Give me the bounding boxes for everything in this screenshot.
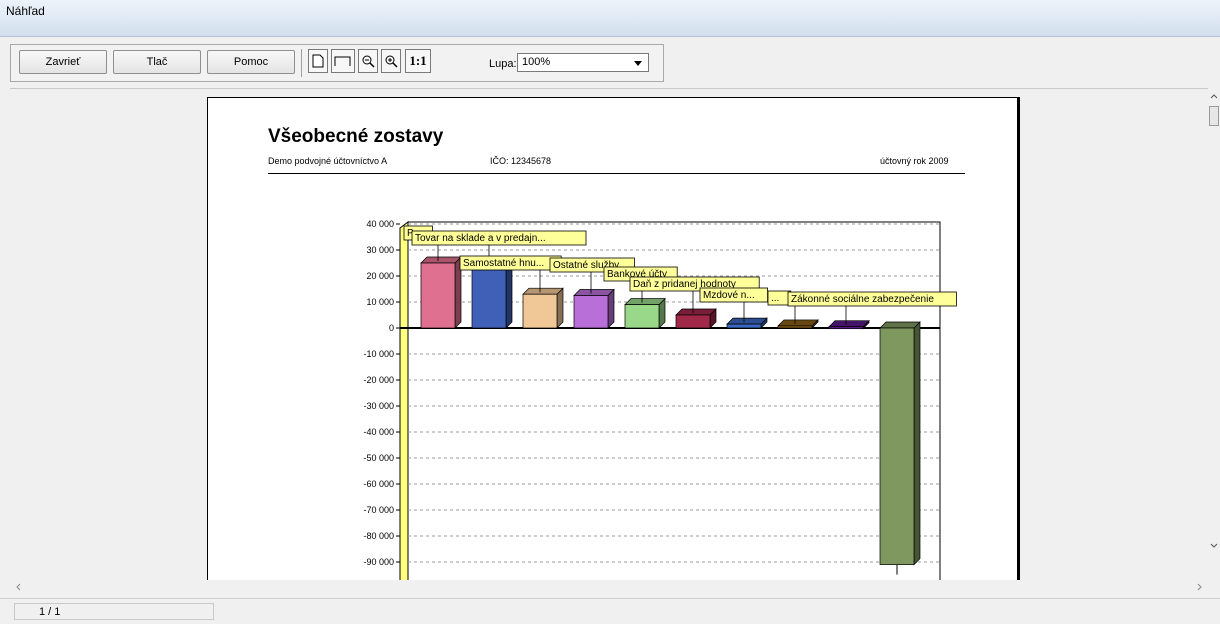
close-button[interactable]: Zavrieť <box>19 50 107 74</box>
vertical-scrollbar[interactable] <box>1208 88 1220 580</box>
fiscal-year: účtovný rok 2009 <box>880 156 949 166</box>
zoom-select[interactable]: 100% <box>517 53 649 72</box>
chart-bar <box>471 267 507 329</box>
zoom-in-button[interactable] <box>381 49 401 73</box>
chart-bar <box>879 327 915 565</box>
callout-label: Mzdové n... <box>703 290 755 301</box>
chevron-down-icon[interactable] <box>634 61 642 66</box>
print-button[interactable]: Tlač <box>113 50 201 74</box>
chart-bar <box>726 323 762 329</box>
single-page-view-button[interactable] <box>308 49 328 73</box>
help-button[interactable]: Pomoc <box>207 50 295 74</box>
status-bar: 1 / 1 <box>0 598 1220 624</box>
bar-top <box>828 320 870 328</box>
bar-top <box>522 287 564 295</box>
bar-top <box>777 319 819 327</box>
bar-top <box>420 256 462 264</box>
chart-bar <box>573 295 609 329</box>
chart-bar <box>522 293 558 329</box>
header-divider <box>268 173 965 174</box>
y-tick-label: 20 000 <box>366 271 394 281</box>
zoom-out-button[interactable] <box>358 49 378 73</box>
bar-top <box>675 308 717 316</box>
callout-label: ... <box>771 293 779 304</box>
toolbar-separator <box>301 49 302 77</box>
scroll-left-icon[interactable] <box>12 581 24 593</box>
zoom-out-icon <box>362 55 375 68</box>
scroll-right-icon[interactable] <box>1194 581 1206 593</box>
report-title: Všeobecné zostavy <box>268 126 444 147</box>
page-icon <box>312 54 324 68</box>
y-tick-label: 10 000 <box>366 297 394 307</box>
y-tick-label: -10 000 <box>363 349 394 359</box>
y-tick-label: -20 000 <box>363 375 394 385</box>
company-id: IČO: 12345678 <box>490 156 552 166</box>
callout-label: Zákonné sociálne zabezpečenie <box>791 294 934 305</box>
report-page: Všeobecné zostavy Demo podvojné účtovníc… <box>207 97 1020 581</box>
horizontal-scrollbar[interactable] <box>10 580 1208 594</box>
bar-top <box>624 298 666 305</box>
bar-top <box>573 289 615 296</box>
preview-viewport[interactable]: Všeobecné zostavy Demo podvojné účtovníc… <box>10 88 1208 581</box>
zoom-label: Lupa: <box>489 58 517 70</box>
actual-size-button[interactable]: 1:1 <box>405 49 431 73</box>
chart-bar <box>624 304 660 329</box>
y-tick-label: -70 000 <box>363 505 394 515</box>
bar-top <box>879 321 921 329</box>
y-tick-label: 30 000 <box>366 245 394 255</box>
y-tick-label: -40 000 <box>363 427 394 437</box>
company-name: Demo podvojné účtovníctvo A <box>268 156 388 166</box>
chart-axis-wall <box>399 221 409 581</box>
bar-side <box>505 261 513 329</box>
scroll-up-icon[interactable] <box>1208 90 1220 102</box>
y-tick-label: -90 000 <box>363 557 394 567</box>
vertical-scroll-thumb[interactable] <box>1209 106 1219 126</box>
bar-side <box>556 287 564 329</box>
y-tick-label: -60 000 <box>363 479 394 489</box>
chart-bar <box>675 314 711 329</box>
chart-bar <box>828 326 864 330</box>
callout-label: Tovar na sklade a v predajn... <box>415 233 546 244</box>
chart-bar <box>777 325 813 329</box>
y-tick-label: 0 <box>389 323 394 333</box>
scroll-down-icon[interactable] <box>1208 540 1220 552</box>
bar-top <box>726 317 768 325</box>
bar-chart: 40 000 30 000 20 000 10 000 0 -10 000 -20 000 -… <box>363 219 957 581</box>
page-width-view-button[interactable] <box>331 49 355 73</box>
zoom-value: 100% <box>522 56 551 68</box>
y-tick-label: -50 000 <box>363 453 394 463</box>
bar-side <box>607 288 615 329</box>
chart-bar <box>420 262 456 329</box>
page-indicator: 1 / 1 <box>14 603 214 620</box>
window-titlebar: Náhľad <box>0 0 1220 37</box>
y-tick-label: 40 000 <box>366 219 394 229</box>
callout-label: Samostatné hnu... <box>463 258 544 269</box>
window-title: Náhľad <box>6 4 45 18</box>
bar-side <box>913 321 921 566</box>
y-tick-label: -30 000 <box>363 401 394 411</box>
page-width-icon <box>334 56 351 66</box>
zoom-in-icon <box>385 55 398 68</box>
toolbar: Zavrieť Tlač Pomoc 1:1 Lupa: 100% <box>10 44 664 82</box>
y-tick-label: -80 000 <box>363 531 394 541</box>
